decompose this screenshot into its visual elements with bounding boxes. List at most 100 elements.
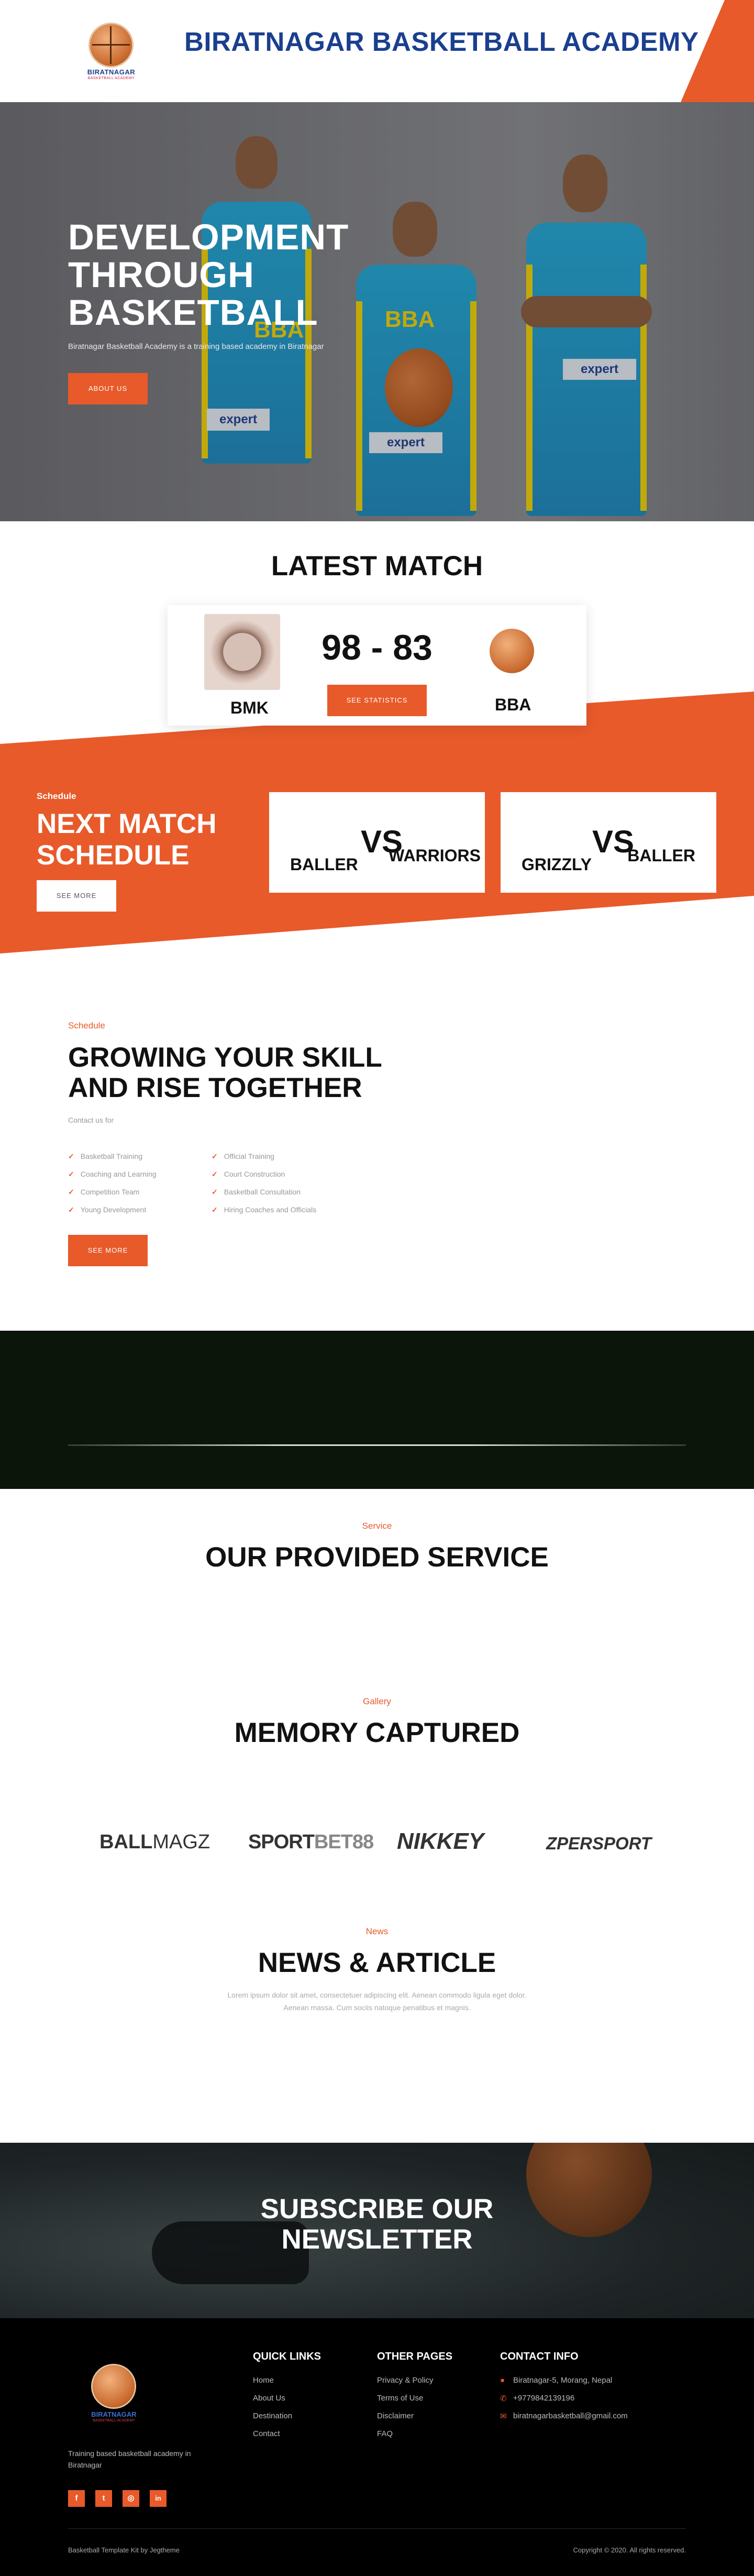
twitter-icon[interactable]: t — [95, 2490, 112, 2507]
news-description: Lorem ipsum dolor sit amet, consectetuer… — [227, 1991, 527, 2012]
list-item-label: Competition Team — [80, 1188, 140, 1196]
home-team-name: BMK — [230, 698, 269, 717]
brand-text: MAGZ — [152, 1831, 210, 1853]
skill-title: GROWING YOUR SKILL AND RISE TOGETHER — [68, 1043, 382, 1103]
contact-phone[interactable]: +9779842139196 — [513, 2394, 574, 2403]
video-progress-bar[interactable] — [68, 1444, 686, 1446]
basketball-logo-icon — [90, 24, 132, 66]
phone-icon: ✆ — [500, 2394, 507, 2403]
logo-text: BIRATNAGAR — [87, 68, 136, 76]
list-item-label: Young Development — [80, 1205, 147, 1214]
footer-link-contact[interactable]: Contact — [253, 2429, 280, 2438]
see-statistics-button[interactable]: SEE STATISTICS — [327, 685, 427, 716]
subscribe-title: SUBSCRIBE OUR NEWSLETTER — [0, 2194, 754, 2255]
check-icon: ✓ — [212, 1170, 218, 1178]
list-item: ✓ Young Development — [68, 1201, 157, 1219]
bba-team-logo — [490, 629, 534, 673]
news-title: NEWS & ARTICLE — [258, 1947, 496, 1978]
footer-logo[interactable]: BIRATNAGAR BASKETBALL ACADEMY — [81, 2365, 147, 2423]
hero-title-line: BASKETBALL — [68, 292, 318, 333]
footer-link-home[interactable]: Home — [253, 2376, 274, 2385]
check-icon: ✓ — [68, 1205, 74, 1214]
brand-text: SPORT — [248, 1831, 315, 1853]
linkedin-icon[interactable]: in — [150, 2490, 167, 2507]
footer-link-faq[interactable]: FAQ — [377, 2429, 393, 2438]
skill-eyebrow: Schedule — [68, 1021, 105, 1031]
service-title: OUR PROVIDED SERVICE — [205, 1542, 549, 1573]
next-match-title-line: SCHEDULE — [37, 840, 190, 871]
check-icon: ✓ — [212, 1152, 218, 1160]
basketball-logo-icon — [93, 2365, 135, 2407]
list-item: ✓ Competition Team — [68, 1183, 157, 1201]
video-section[interactable] — [0, 1331, 754, 1489]
site-title[interactable]: BIRATNAGAR BASKETBALL ACADEMY — [184, 26, 699, 57]
other-pages-heading: OTHER PAGES — [377, 2351, 453, 2362]
match-score: 98 - 83 — [321, 628, 433, 667]
brand-logo-nikkey: NIKKEY — [397, 1828, 484, 1854]
footer-logo-text: BIRATNAGAR — [91, 2410, 137, 2418]
hero-title-line: DEVELOPMENT — [68, 217, 349, 257]
brand-logo-zpersport: ZPERSPORT — [546, 1834, 652, 1853]
list-item: ✓ Coaching and Learning — [68, 1165, 157, 1183]
hero-title-line: THROUGH — [68, 255, 254, 295]
footer-link-destination[interactable]: Destination — [253, 2411, 292, 2420]
subscribe-title-line: NEWSLETTER — [281, 2224, 473, 2255]
see-more-button[interactable]: SEE MORE — [68, 1235, 148, 1266]
site-header: BIRATNAGAR BASKETBALL ACADEMY BIRATNAGAR… — [0, 0, 754, 102]
see-more-schedule-button[interactable]: SEE MORE — [37, 880, 116, 912]
list-item: ✓ Court Construction — [212, 1165, 316, 1183]
instagram-icon[interactable]: ◎ — [123, 2490, 139, 2507]
services-list-left: ✓ Basketball Training ✓ Coaching and Learn… — [68, 1147, 157, 1219]
latest-match-title: LATEST MATCH — [271, 551, 483, 582]
match-card[interactable]: GRIZZLY VS BALLER — [501, 792, 716, 893]
next-match-eyebrow: Schedule — [37, 791, 76, 801]
footer-link-disclaimer[interactable]: Disclaimer — [377, 2411, 414, 2420]
gallery-title: MEMORY CAPTURED — [234, 1717, 520, 1748]
list-item-label: Court Construction — [224, 1170, 285, 1178]
match-card[interactable]: BALLER VS WARRIORS — [269, 792, 485, 893]
brand-text: BET88 — [314, 1831, 374, 1853]
contact-us-for-label: Contact us for — [68, 1116, 114, 1124]
check-icon: ✓ — [68, 1170, 74, 1178]
list-item-label: Basketball Consultation — [224, 1188, 301, 1196]
match-team-1: GRIZZLY — [522, 855, 592, 874]
subscribe-title-line: SUBSCRIBE OUR — [260, 2194, 494, 2224]
list-item: ✓ Hiring Coaches and Officials — [212, 1201, 316, 1219]
gallery-eyebrow: Gallery — [363, 1696, 391, 1706]
hero-subtitle: Biratnagar Basketball Academy is a train… — [68, 342, 324, 351]
facebook-icon[interactable]: f — [68, 2490, 85, 2507]
footer-logo-subtext: BASKETBALL ACADEMY — [93, 2419, 135, 2422]
check-icon: ✓ — [68, 1188, 74, 1196]
skill-title-line: GROWING YOUR SKILL — [68, 1042, 382, 1073]
footer-link-terms[interactable]: Terms of Use — [377, 2394, 423, 2403]
news-eyebrow: News — [365, 1926, 389, 1936]
footer-divider — [68, 2528, 686, 2529]
service-eyebrow: Service — [362, 1521, 392, 1531]
footer-link-privacy[interactable]: Privacy & Policy — [377, 2376, 434, 2385]
latest-match-card: BMK 98 - 83 SEE STATISTICS BBA — [168, 605, 586, 726]
list-item-label: Official Training — [224, 1152, 274, 1160]
away-team-name: BBA — [495, 695, 531, 714]
check-icon: ✓ — [212, 1188, 218, 1196]
contact-info-heading: CONTACT INFO — [500, 2351, 579, 2362]
contact-email[interactable]: biratnagarbasketball@gmail.com — [513, 2411, 628, 2420]
hero-title: DEVELOPMENT THROUGH BASKETBALL — [68, 218, 361, 332]
list-item: ✓ Official Training — [212, 1147, 316, 1165]
list-item-label: Coaching and Learning — [80, 1170, 157, 1178]
hero-section: expert BBA BBA expert expert DEVELOPMENT… — [0, 102, 754, 521]
logo-subtext: BASKETBALL ACADEMY — [87, 76, 135, 80]
page: BIRATNAGAR BASKETBALL ACADEMY BIRATNAGAR… — [0, 0, 754, 2576]
check-icon: ✓ — [68, 1152, 74, 1160]
academy-logo[interactable]: BIRATNAGAR BASKETBALL ACADEMY — [79, 21, 147, 81]
footer-description: Training based basketball academy in Bir… — [68, 2449, 191, 2469]
list-item-label: Basketball Training — [80, 1152, 143, 1160]
check-icon: ✓ — [212, 1205, 218, 1214]
footer-copyright: Copyright © 2020. All rights reserved. — [573, 2546, 686, 2554]
brand-text: BALL — [99, 1831, 153, 1853]
footer-credit: Basketball Template Kit by Jegtheme — [68, 2546, 180, 2554]
list-item: ✓ Basketball Training — [68, 1147, 157, 1165]
about-us-button[interactable]: ABOUT US — [68, 373, 148, 404]
mail-icon: ✉ — [500, 2412, 507, 2421]
footer-link-about[interactable]: About Us — [253, 2394, 285, 2403]
match-team-2: BALLER — [627, 846, 695, 865]
